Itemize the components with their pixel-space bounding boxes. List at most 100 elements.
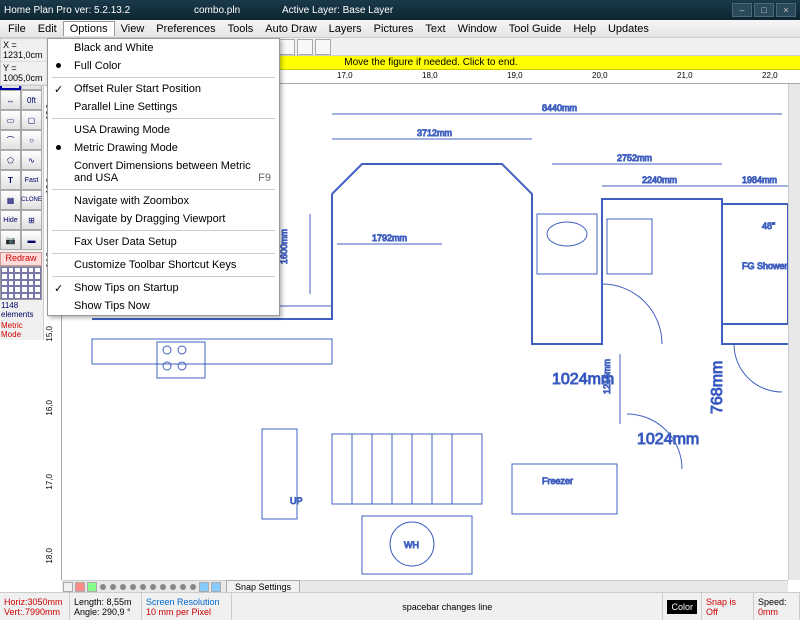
- menu-item-navigate-with-zoombox[interactable]: Navigate with Zoombox: [48, 192, 279, 210]
- nav-dot[interactable]: [190, 584, 196, 590]
- toolbar-button[interactable]: [315, 39, 331, 55]
- menu-item-convert-dimensions-between-metric-and-usa[interactable]: Convert Dimensions between Metric and US…: [48, 157, 279, 187]
- menu-item-fax-user-data-setup[interactable]: Fax User Data Setup: [48, 233, 279, 251]
- menu-separator: [52, 253, 275, 254]
- menu-item-full-color[interactable]: Full Color: [48, 57, 279, 75]
- ruler-tick: 20,0: [592, 71, 608, 80]
- radio-icon: [56, 145, 61, 150]
- status-vert: Vert:.7990mm: [4, 607, 65, 617]
- tool-arc[interactable]: ⌒: [0, 130, 21, 150]
- status-mmpp: 10 mm per Pixel: [146, 607, 227, 617]
- menu-help[interactable]: Help: [567, 22, 602, 36]
- scrollbar-vertical[interactable]: [788, 84, 800, 580]
- water-heater-label: WH: [404, 540, 419, 550]
- tool-offset[interactable]: 0ft: [21, 90, 42, 110]
- tool-circle[interactable]: ○: [21, 130, 42, 150]
- status-center: spacebar changes line: [232, 593, 663, 620]
- toolbar-button[interactable]: [297, 39, 313, 55]
- file-name: combo.pln: [194, 5, 282, 16]
- shower-label: FG Shower: [742, 261, 788, 271]
- menu-preferences[interactable]: Preferences: [150, 22, 221, 36]
- menu-tools[interactable]: Tools: [222, 22, 260, 36]
- menu-layers[interactable]: Layers: [323, 22, 368, 36]
- app-title: Home Plan Pro ver: 5.2.13.2: [4, 5, 194, 16]
- menu-updates[interactable]: Updates: [602, 22, 655, 36]
- menu-item-show-tips-on-startup[interactable]: Show Tips on Startup✓: [48, 279, 279, 297]
- menu-file[interactable]: File: [2, 22, 32, 36]
- menu-item-black-and-white[interactable]: Black and White: [48, 39, 279, 57]
- dim-label: 2240mm: [642, 175, 677, 185]
- tool-fast[interactable]: Fast: [21, 170, 42, 190]
- status-snap: Snap is Off: [706, 597, 749, 617]
- scroll-button[interactable]: [87, 582, 97, 592]
- dim-label: 1792mm: [372, 233, 407, 243]
- menu-item-offset-ruler-start-position[interactable]: Offset Ruler Start Position✓: [48, 80, 279, 98]
- tool-box[interactable]: ▢: [21, 110, 42, 130]
- menu-separator: [52, 77, 275, 78]
- pattern-grid[interactable]: [0, 266, 42, 300]
- minimize-button[interactable]: –: [732, 3, 752, 17]
- tool-curve[interactable]: ∿: [21, 150, 42, 170]
- dim-label-large: 1024mm: [552, 371, 614, 388]
- nav-dot[interactable]: [150, 584, 156, 590]
- nav-dot[interactable]: [110, 584, 116, 590]
- dim-label-large: 768mm: [709, 361, 726, 414]
- dim-label-large: 1024mm: [637, 431, 699, 448]
- scroll-button[interactable]: [75, 582, 85, 592]
- menu-separator: [52, 276, 275, 277]
- element-count: 1148 elements: [0, 300, 43, 320]
- hint-text: Move the figure if needed. Click to end.: [344, 57, 517, 68]
- tool-rect[interactable]: ▭: [0, 110, 21, 130]
- tool-camera[interactable]: 📷: [0, 230, 21, 250]
- check-icon: ✓: [54, 83, 63, 96]
- tool-hatch[interactable]: ▦: [0, 190, 21, 210]
- menu-item-parallel-line-settings[interactable]: Parallel Line Settings: [48, 98, 279, 116]
- ruler-tick: 17,0: [337, 71, 353, 80]
- menubar: FileEditOptionsViewPreferencesToolsAuto …: [0, 20, 800, 38]
- menu-shortcut: F9: [258, 172, 271, 184]
- menu-tool-guide[interactable]: Tool Guide: [503, 22, 568, 36]
- menu-item-customize-toolbar-shortcut-keys[interactable]: Customize Toolbar Shortcut Keys: [48, 256, 279, 274]
- menu-item-show-tips-now[interactable]: Show Tips Now: [48, 297, 279, 315]
- tool-wall[interactable]: ▬: [21, 230, 42, 250]
- radio-icon: [56, 63, 61, 68]
- status-angle: Angle: 290,9 °: [74, 607, 137, 617]
- tool-hide[interactable]: Hide: [0, 210, 21, 230]
- menu-separator: [52, 118, 275, 119]
- nav-dot[interactable]: [120, 584, 126, 590]
- nav-dot[interactable]: [180, 584, 186, 590]
- nav-dot[interactable]: [160, 584, 166, 590]
- nav-dot[interactable]: [140, 584, 146, 590]
- status-screenres: Screen Resolution: [146, 597, 227, 607]
- menu-pictures[interactable]: Pictures: [368, 22, 420, 36]
- tool-misc[interactable]: ⊞: [21, 210, 42, 230]
- bottom-nav-bar: Snap Settings: [62, 580, 788, 592]
- dim-label: 3712mm: [417, 128, 452, 138]
- scroll-left-button[interactable]: [63, 582, 73, 592]
- nav-dot[interactable]: [130, 584, 136, 590]
- menu-item-usa-drawing-mode[interactable]: USA Drawing Mode: [48, 121, 279, 139]
- scroll-button[interactable]: [211, 582, 221, 592]
- ruler-tick: 21,0: [677, 71, 693, 80]
- nav-dot[interactable]: [170, 584, 176, 590]
- redraw-button[interactable]: Redraw: [0, 252, 42, 266]
- active-layer: Active Layer: Base Layer: [282, 5, 732, 16]
- close-button[interactable]: ×: [776, 3, 796, 17]
- color-button[interactable]: Color: [667, 600, 697, 614]
- scroll-button[interactable]: [199, 582, 209, 592]
- tool-dim[interactable]: ↔: [0, 90, 21, 110]
- menu-item-navigate-by-dragging-viewport[interactable]: Navigate by Dragging Viewport: [48, 210, 279, 228]
- tool-poly[interactable]: ⬠: [0, 150, 21, 170]
- menu-text[interactable]: Text: [419, 22, 451, 36]
- tool-text[interactable]: T: [0, 170, 21, 190]
- nav-dot[interactable]: [100, 584, 106, 590]
- toolbar-button[interactable]: [279, 39, 295, 55]
- tool-clone[interactable]: CLONE: [21, 190, 42, 210]
- maximize-button[interactable]: □: [754, 3, 774, 17]
- menu-item-metric-drawing-mode[interactable]: Metric Drawing Mode: [48, 139, 279, 157]
- menu-edit[interactable]: Edit: [32, 22, 63, 36]
- menu-window[interactable]: Window: [452, 22, 503, 36]
- menu-view[interactable]: View: [115, 22, 151, 36]
- menu-options[interactable]: Options: [63, 21, 115, 36]
- menu-auto-draw[interactable]: Auto Draw: [259, 22, 322, 36]
